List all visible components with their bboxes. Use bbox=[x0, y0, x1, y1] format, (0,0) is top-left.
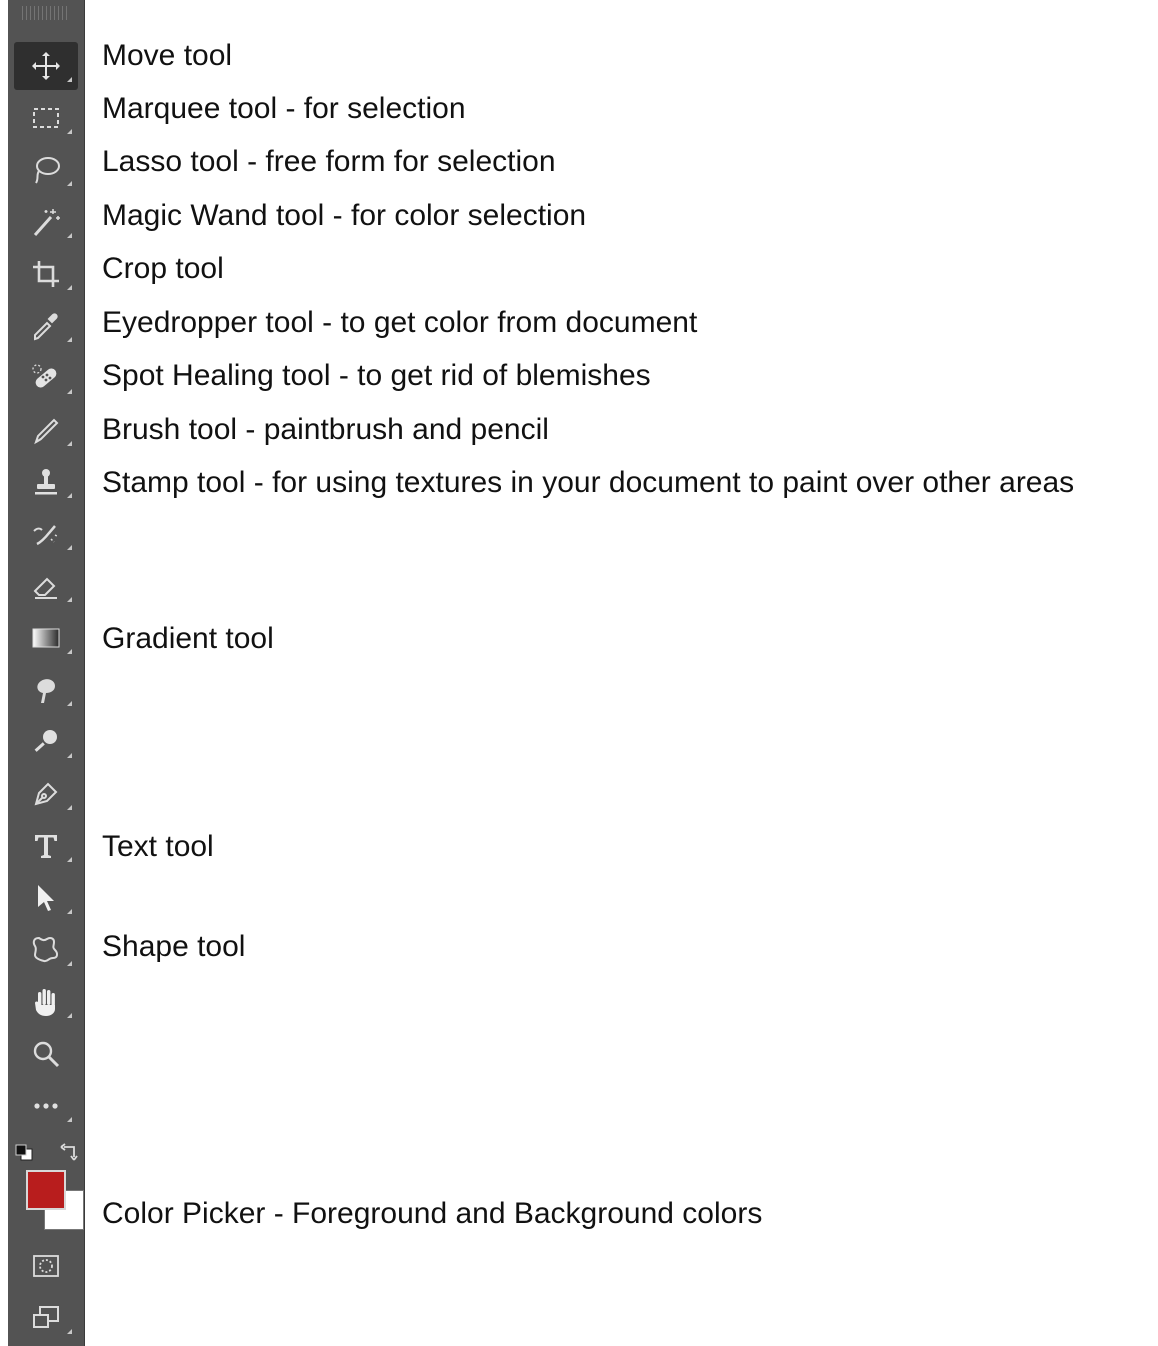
submenu-indicator bbox=[67, 285, 72, 290]
label-move-tool: Move tool bbox=[102, 39, 233, 72]
history-brush-tool-button[interactable] bbox=[14, 510, 78, 558]
marquee-tool-button[interactable] bbox=[14, 94, 78, 142]
move-icon bbox=[32, 52, 60, 80]
spot-healing-icon bbox=[32, 364, 57, 388]
tools-panel bbox=[8, 0, 85, 1346]
text-tool-button[interactable] bbox=[14, 822, 78, 870]
crop-icon bbox=[33, 261, 59, 287]
submenu-indicator bbox=[67, 77, 72, 82]
default-colors-icon[interactable] bbox=[14, 1143, 36, 1163]
quick-mask-button[interactable] bbox=[14, 1242, 78, 1290]
text-icon bbox=[35, 835, 57, 858]
label-shape-tool: Shape tool bbox=[102, 930, 246, 963]
submenu-indicator bbox=[67, 181, 72, 186]
gradient-tool-button[interactable] bbox=[14, 614, 78, 662]
submenu-indicator bbox=[67, 545, 72, 550]
stamp-icon bbox=[35, 469, 57, 495]
submenu-indicator bbox=[67, 753, 72, 758]
label-color-picker: Color Picker - Foreground and Background… bbox=[102, 1197, 763, 1230]
brush-tool-button[interactable] bbox=[14, 406, 78, 454]
magic-wand-tool-button[interactable] bbox=[14, 198, 78, 246]
dodge-icon bbox=[34, 730, 57, 752]
screen-mode-button[interactable] bbox=[14, 1294, 78, 1342]
eyedropper-icon bbox=[34, 313, 58, 341]
smudge-icon bbox=[37, 679, 55, 703]
submenu-indicator bbox=[67, 493, 72, 498]
label-spot-healing-tool: Spot Healing tool - to get rid of blemis… bbox=[102, 359, 651, 392]
submenu-indicator bbox=[67, 441, 72, 446]
shape-icon bbox=[32, 936, 59, 963]
zoom-tool-button[interactable] bbox=[14, 1030, 78, 1078]
crop-tool-button[interactable] bbox=[14, 250, 78, 298]
submenu-indicator bbox=[67, 909, 72, 914]
submenu-indicator bbox=[67, 597, 72, 602]
screen-mode-icon bbox=[33, 1306, 59, 1328]
submenu-indicator bbox=[67, 649, 72, 654]
submenu-indicator bbox=[67, 1329, 72, 1334]
spot-healing-tool-button[interactable] bbox=[14, 354, 78, 402]
path-selection-icon bbox=[38, 885, 54, 911]
eraser-tool-button[interactable] bbox=[14, 562, 78, 610]
gradient-icon bbox=[32, 628, 60, 648]
eyedropper-tool-button[interactable] bbox=[14, 302, 78, 350]
foreground-color-swatch[interactable] bbox=[26, 1170, 66, 1210]
magic-wand-icon bbox=[33, 209, 60, 236]
submenu-indicator bbox=[67, 129, 72, 134]
label-marquee-tool: Marquee tool - for selection bbox=[102, 92, 466, 125]
submenu-indicator bbox=[67, 337, 72, 342]
label-brush-tool: Brush tool - paintbrush and pencil bbox=[102, 413, 549, 446]
label-gradient-tool: Gradient tool bbox=[102, 622, 274, 655]
submenu-indicator bbox=[67, 1013, 72, 1018]
label-magic-wand-tool: Magic Wand tool - for color selection bbox=[102, 199, 587, 232]
pen-icon bbox=[34, 782, 58, 806]
more-tools-icon bbox=[34, 1103, 58, 1109]
dodge-tool-button[interactable] bbox=[14, 718, 78, 766]
hand-tool-button[interactable] bbox=[14, 978, 78, 1026]
label-lasso-tool: Lasso tool - free form for selection bbox=[102, 145, 556, 178]
marquee-icon bbox=[33, 108, 59, 128]
submenu-indicator bbox=[67, 961, 72, 966]
brush-icon bbox=[34, 418, 59, 445]
label-text-tool: Text tool bbox=[102, 830, 214, 863]
hand-icon bbox=[35, 989, 55, 1016]
move-tool-button[interactable] bbox=[14, 42, 78, 90]
submenu-indicator bbox=[67, 389, 72, 394]
lasso-tool-button[interactable] bbox=[14, 146, 78, 194]
submenu-indicator bbox=[67, 701, 72, 706]
shape-tool-button[interactable] bbox=[14, 926, 78, 974]
submenu-indicator bbox=[67, 857, 72, 862]
eraser-icon bbox=[33, 577, 57, 599]
label-crop-tool: Crop tool bbox=[102, 252, 224, 285]
label-stamp-tool: Stamp tool - for using textures in your … bbox=[102, 466, 1075, 499]
lasso-icon bbox=[35, 157, 60, 184]
submenu-indicator bbox=[67, 1117, 72, 1122]
path-selection-tool-button[interactable] bbox=[14, 874, 78, 922]
stamp-tool-button[interactable] bbox=[14, 458, 78, 506]
zoom-icon bbox=[33, 1041, 60, 1068]
swap-colors-icon[interactable] bbox=[58, 1143, 82, 1165]
label-eyedropper-tool: Eyedropper tool - to get color from docu… bbox=[102, 306, 698, 339]
smudge-tool-button[interactable] bbox=[14, 666, 78, 714]
submenu-indicator bbox=[67, 233, 72, 238]
more-tools-button[interactable] bbox=[14, 1082, 78, 1130]
history-brush-icon bbox=[33, 525, 58, 546]
quick-mask-icon bbox=[33, 1255, 59, 1277]
pen-tool-button[interactable] bbox=[14, 770, 78, 818]
submenu-indicator bbox=[67, 805, 72, 810]
panel-grip[interactable] bbox=[22, 6, 70, 20]
